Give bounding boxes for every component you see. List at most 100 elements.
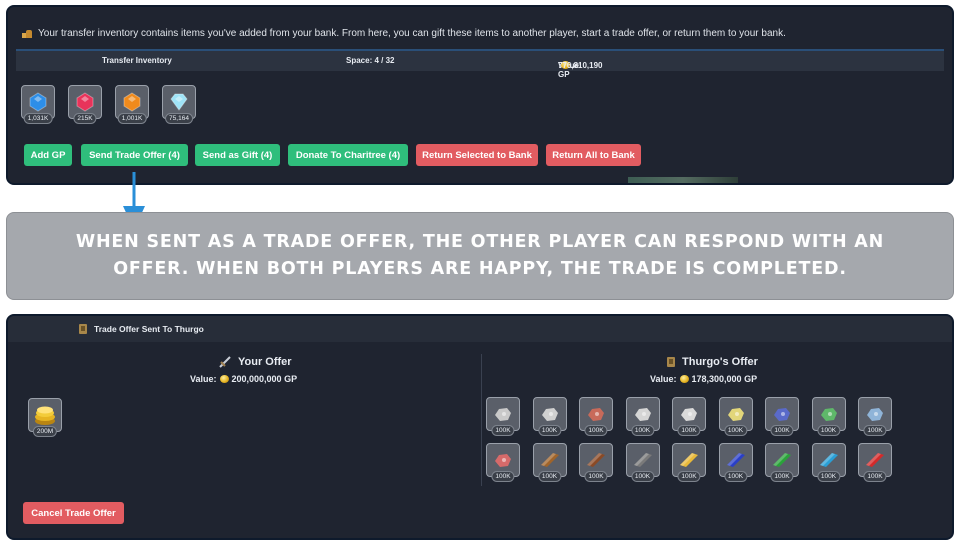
ore-icon: [867, 408, 883, 421]
ore-icon: [774, 408, 790, 421]
item-quantity: 100K: [630, 425, 655, 436]
their-offer-item[interactable]: 100K: [486, 397, 520, 436]
their-offer-item[interactable]: 100K: [625, 443, 660, 482]
their-offer-item[interactable]: 100K: [811, 443, 846, 482]
thurgo-avatar-icon: [79, 324, 87, 334]
your-offer-heading: Your Offer: [218, 356, 292, 368]
their-offer-item[interactable]: 100K: [672, 397, 706, 436]
transfer-item-slot[interactable]: 1,031K: [21, 85, 55, 124]
trade-title: Trade Offer Sent To Thurgo: [94, 324, 204, 334]
your-offer-item[interactable]: 200M: [28, 398, 62, 437]
ore-icon: [727, 408, 744, 421]
their-offer-item[interactable]: 100K: [486, 443, 520, 482]
their-value-amount: 178,300,000 GP: [691, 374, 758, 384]
bar-icon: [540, 453, 559, 467]
bar-icon: [773, 453, 791, 467]
their-offer-item[interactable]: 100K: [858, 443, 892, 482]
coin-icon: [679, 375, 689, 383]
cancel-trade-offer-button[interactable]: Cancel Trade Offer: [23, 502, 124, 524]
item-quantity: 1,001K: [117, 113, 147, 124]
item-quantity: 100K: [584, 425, 608, 436]
their-offer-item[interactable]: 100K: [579, 443, 613, 482]
transfer-item-slot[interactable]: 215K: [68, 85, 102, 124]
send-as-gift-button[interactable]: Send as Gift (4): [195, 144, 280, 166]
info-hand-icon: [22, 28, 32, 38]
item-quantity: 100K: [584, 471, 608, 482]
item-quantity: 100K: [677, 425, 701, 436]
bar-icon: [633, 453, 652, 467]
transfer-item-slot[interactable]: 75,164: [162, 85, 196, 124]
item-quantity: 100K: [491, 425, 515, 436]
item-quantity: 100K: [863, 425, 887, 436]
their-offer-value: Value: 178,300,000 GP: [650, 374, 757, 384]
ore-icon: [681, 408, 697, 421]
transfer-info-bar: Your transfer inventory contains items y…: [16, 17, 944, 51]
ore-icon: [634, 408, 651, 421]
bar-icon: [587, 453, 605, 467]
bar-icon: [819, 453, 838, 467]
their-offer-item[interactable]: 100K: [672, 443, 706, 482]
banner-text: When sent as a trade offer, the other pl…: [75, 232, 885, 279]
item-quantity: 100K: [491, 471, 515, 482]
diamond-icon: [170, 93, 188, 111]
coin-icon: [219, 375, 229, 383]
their-value-label: Value:: [650, 374, 677, 384]
your-value-amount: 200,000,000 GP: [231, 374, 298, 384]
offer-divider: [481, 354, 482, 486]
transfer-stats-row: Transfer Inventory Space: 4 / 32 Value:7…: [16, 51, 944, 79]
their-offer-item[interactable]: 100K: [718, 443, 753, 482]
item-quantity: 100K: [537, 425, 562, 436]
add-gp-button[interactable]: Add GP: [24, 144, 72, 166]
sword-icon: [219, 356, 231, 368]
bar-icon: [680, 453, 698, 467]
explanation-banner: When sent as a trade offer, the other pl…: [6, 212, 954, 300]
ore-icon: [588, 408, 604, 421]
item-quantity: 100K: [863, 471, 887, 482]
their-offer-item[interactable]: 100K: [532, 443, 567, 482]
item-quantity: 100K: [816, 471, 841, 482]
item-quantity: 100K: [723, 425, 748, 436]
item-quantity: 100K: [816, 425, 841, 436]
their-offer-item[interactable]: 100K: [718, 397, 753, 436]
item-quantity: 100K: [770, 425, 794, 436]
ore-icon: [541, 408, 558, 421]
ore-icon: [820, 408, 837, 421]
item-quantity: 100K: [630, 471, 655, 482]
transfer-inventory-panel: Your transfer inventory contains items y…: [6, 5, 954, 185]
their-offer-item[interactable]: 100K: [858, 397, 892, 436]
their-offer-item[interactable]: 100K: [811, 397, 846, 436]
send-trade-offer-button[interactable]: Send Trade Offer (4): [81, 144, 188, 166]
space-counter: Space: 4 / 32: [346, 56, 395, 65]
trade-offer-panel: Trade Offer Sent To Thurgo Your Offer Va…: [6, 314, 954, 540]
return-all-button[interactable]: Return All to Bank: [546, 144, 641, 166]
coins-icon: [35, 406, 55, 425]
item-quantity: 1,031K: [23, 113, 53, 124]
transfer-info-text: Your transfer inventory contains items y…: [38, 27, 786, 39]
transfer-item-slot[interactable]: 1,001K: [115, 85, 149, 124]
item-quantity: 100K: [677, 471, 701, 482]
item-quantity: 215K: [73, 113, 97, 124]
ore-icon: [495, 408, 511, 421]
their-offer-item[interactable]: 100K: [532, 397, 567, 436]
your-offer-title: Your Offer: [238, 356, 292, 368]
bar-icon: [866, 453, 884, 467]
your-offer-value: Value: 200,000,000 GP: [190, 374, 297, 384]
their-offer-item[interactable]: 100K: [765, 397, 799, 436]
their-offer-title: Thurgo's Offer: [682, 356, 758, 368]
red-gem-icon: [76, 92, 94, 112]
their-offer-item[interactable]: 100K: [579, 397, 613, 436]
item-quantity: 75,164: [165, 113, 193, 124]
orange-gem-icon: [123, 92, 141, 112]
item-quantity: 100K: [537, 471, 562, 482]
trade-title-bar: Trade Offer Sent To Thurgo: [8, 316, 952, 342]
thurgo-avatar-icon: [667, 357, 675, 367]
blue-gem-icon: [29, 92, 47, 112]
donate-to-charitree-button[interactable]: Donate To Charitree (4): [288, 144, 408, 166]
ore-icon: [495, 454, 511, 467]
return-selected-button[interactable]: Return Selected to Bank: [416, 144, 538, 166]
their-offer-item[interactable]: 100K: [765, 443, 799, 482]
their-offer-item[interactable]: 100K: [625, 397, 660, 436]
your-value-label: Value:: [190, 374, 217, 384]
background-scenery: [628, 177, 738, 183]
transfer-inventory-title: Transfer Inventory: [102, 56, 172, 65]
